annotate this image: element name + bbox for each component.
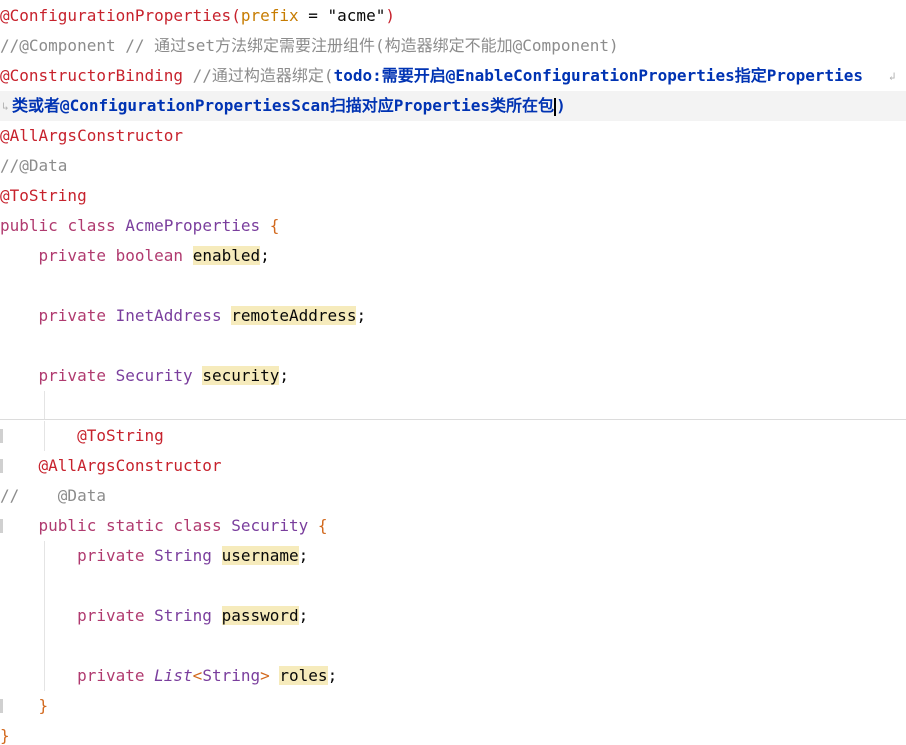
code-line-11[interactable]: private InetAddress remoteAddress; [0, 301, 906, 331]
annotation: @AllArgsConstructor [38, 456, 222, 475]
keyword: class [173, 516, 222, 535]
code-line-24[interactable]: } [0, 691, 906, 721]
code-line-4[interactable]: 类或者@ConfigurationPropertiesScan扫描对应Prope… [0, 91, 906, 121]
annotation: @ConstructorBinding [0, 66, 184, 85]
code-line-19[interactable]: private String username; [0, 541, 906, 571]
brace: } [0, 726, 10, 745]
indent-guide [44, 391, 45, 419]
semicolon: ; [260, 246, 270, 265]
code-line-1[interactable]: @ConfigurationProperties(prefix = "acme"… [0, 1, 906, 31]
gutter-change-marker [0, 519, 3, 533]
generic-bracket: > [260, 666, 270, 685]
line-comment: //@Component // 通过set方法绑定需要注册组件(构造器绑定不能加… [0, 36, 619, 55]
code-line-3[interactable]: @ConstructorBinding //通过构造器绑定(todo:需要开启@… [0, 61, 906, 91]
keyword: private [77, 606, 145, 625]
class-name: AcmeProperties [125, 216, 261, 235]
soft-wrap-continuation-icon: ↳ [2, 100, 9, 113]
field-name: username [221, 546, 299, 565]
code-line-8[interactable]: public class AcmeProperties { [0, 211, 906, 241]
keyword: public [0, 216, 58, 235]
type-name: List [154, 666, 193, 685]
commented-annotation: @Data [57, 486, 106, 505]
keyword: private [77, 666, 145, 685]
annotation-param: prefix [240, 6, 299, 25]
semicolon: ; [298, 546, 309, 565]
field-name: roles [279, 666, 328, 685]
code-line-21[interactable]: private String password; [0, 601, 906, 631]
indent-guide [44, 541, 45, 691]
method-separator [0, 419, 906, 420]
gutter-change-marker [0, 429, 3, 443]
paren: ) [556, 96, 566, 115]
gutter-change-marker [0, 699, 3, 713]
semicolon: ; [298, 606, 309, 625]
semicolon: ; [327, 666, 338, 685]
field-name: remoteAddress [231, 306, 357, 325]
generic-type: String [202, 666, 261, 685]
type-name: String [154, 606, 212, 625]
code-line-5[interactable]: @AllArgsConstructor [0, 121, 906, 151]
brace: } [38, 696, 49, 715]
keyword: private [38, 366, 106, 385]
code-line-18[interactable]: public static class Security { [0, 511, 906, 541]
line-comment: //@Data [0, 156, 68, 175]
type-name: InetAddress [115, 306, 222, 325]
equals: = [298, 6, 328, 25]
code-line-23[interactable]: private List<String> roles; [0, 661, 906, 691]
semicolon: ; [279, 366, 290, 385]
keyword: private [77, 546, 145, 565]
field-name: password [221, 606, 299, 625]
code-line-15[interactable]: @ToString [0, 421, 906, 451]
class-name: Security [231, 516, 309, 535]
annotation: @AllArgsConstructor [0, 126, 184, 145]
type-name: String [154, 546, 212, 565]
code-line-16[interactable]: @AllArgsConstructor [0, 451, 906, 481]
comment-prefix: // [0, 486, 20, 505]
indent-guide [44, 421, 45, 451]
brace: { [269, 216, 280, 235]
code-line-7[interactable]: @ToString [0, 181, 906, 211]
generic-bracket: < [192, 666, 203, 685]
annotation: @ToString [0, 186, 87, 205]
code-line-6[interactable]: //@Data [0, 151, 906, 181]
todo-comment: 类或者@ConfigurationPropertiesScan扫描对应Prope… [12, 96, 555, 115]
semicolon: ; [356, 306, 367, 325]
keyword: static [105, 516, 164, 535]
field-name: enabled [192, 246, 261, 265]
string-literal: "acme" [327, 6, 386, 25]
code-line-13[interactable]: private Security security; [0, 361, 906, 391]
annotation: @ToString [77, 426, 164, 445]
code-line-2[interactable]: //@Component // 通过set方法绑定需要注册组件(构造器绑定不能加… [0, 31, 906, 61]
code-line-25[interactable]: } [0, 721, 906, 745]
field-name: security [202, 366, 280, 385]
brace: { [317, 516, 328, 535]
type-keyword: boolean [115, 246, 184, 265]
paren: ) [385, 6, 395, 25]
keyword: private [38, 246, 106, 265]
annotation: @ConfigurationProperties [0, 6, 232, 25]
gutter-change-marker [0, 459, 3, 473]
code-line-9[interactable]: private boolean enabled; [0, 241, 906, 271]
type-name: Security [115, 366, 193, 385]
line-comment: //通过构造器绑定( [183, 66, 334, 85]
soft-wrap-icon: ↲ [889, 70, 896, 83]
paren: ( [231, 6, 241, 25]
todo-comment: todo:需要开启@EnableConfigurationProperties指… [333, 66, 864, 85]
keyword: public [38, 516, 97, 535]
keyword: private [38, 306, 106, 325]
code-editor[interactable]: @ConfigurationProperties(prefix = "acme"… [0, 0, 906, 745]
keyword: class [67, 216, 116, 235]
code-line-17[interactable]: // @Data [0, 481, 906, 511]
